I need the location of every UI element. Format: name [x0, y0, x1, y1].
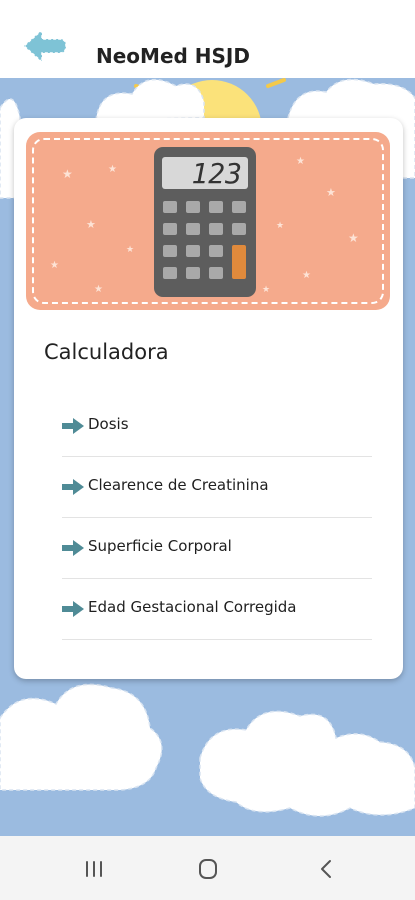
app-title: NeoMed HSJD: [96, 44, 250, 68]
cloud-icon: [0, 683, 415, 817]
home-icon[interactable]: [188, 854, 228, 884]
calculator-display: 123: [191, 157, 242, 190]
calculator-banner: ★ ★ ★ ★ ★ ★ ★ ★ ★ ★ ★ ★ 123: [26, 132, 390, 310]
arrow-right-icon: [62, 479, 84, 495]
back-arrow-icon[interactable]: [20, 26, 68, 66]
menu-item-edad-gestacional[interactable]: Edad Gestacional Corregida: [62, 579, 372, 640]
calculator-icon: 123: [154, 147, 256, 297]
menu-item-clearence-creatinina[interactable]: Clearence de Creatinina: [62, 457, 372, 518]
menu-item-label: Superficie Corporal: [88, 537, 232, 555]
menu-item-label: Edad Gestacional Corregida: [88, 598, 297, 616]
app-header: NeoMed HSJD: [0, 0, 415, 78]
arrow-right-icon: [62, 540, 84, 556]
arrow-right-icon: [62, 418, 84, 434]
calculator-menu: Dosis Clearence de Creatinina Superficie…: [62, 396, 372, 640]
recent-apps-icon[interactable]: [74, 854, 114, 884]
menu-item-superficie-corporal[interactable]: Superficie Corporal: [62, 518, 372, 579]
menu-item-dosis[interactable]: Dosis: [62, 396, 372, 457]
section-title: Calculadora: [44, 340, 169, 364]
menu-item-label: Dosis: [88, 415, 129, 433]
arrow-right-icon: [62, 601, 84, 617]
menu-item-label: Clearence de Creatinina: [88, 476, 269, 494]
calculator-card: ★ ★ ★ ★ ★ ★ ★ ★ ★ ★ ★ ★ 123 Calculadora …: [14, 118, 403, 679]
back-chevron-icon[interactable]: [306, 854, 346, 884]
system-navigation-bar: [0, 836, 415, 900]
